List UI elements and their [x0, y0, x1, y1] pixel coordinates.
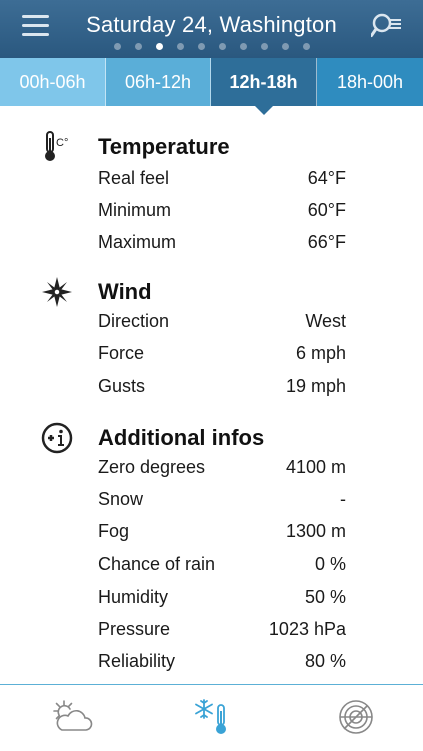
row-label: Chance of rain — [98, 554, 216, 574]
compass-rose-icon — [40, 275, 74, 309]
tab-00h-06h[interactable]: 00h-06h — [0, 58, 106, 106]
row-value: 4100 m — [285, 457, 346, 477]
page-title: Saturday 24, Washington — [86, 12, 337, 37]
page-dot[interactable] — [239, 43, 247, 50]
list-item: Force 6 mph — [98, 339, 346, 371]
sun-cloud-icon[interactable] — [50, 697, 94, 737]
row-label: Snow — [98, 489, 144, 509]
row-label: Fog — [98, 521, 130, 541]
row-value: 1023 hPa — [268, 619, 346, 639]
row-label: Direction — [98, 311, 170, 331]
tab-12h-18h[interactable]: 12h-18h — [211, 58, 317, 115]
row-value: 60°F — [307, 200, 346, 220]
row-label: Zero degrees — [98, 457, 206, 477]
row-label: Gusts — [98, 376, 146, 396]
page-dot[interactable] — [113, 43, 121, 50]
row-value: 64°F — [307, 168, 346, 188]
list-item: Minimum 60°F — [98, 196, 346, 228]
row-label: Pressure — [98, 619, 171, 639]
list-item: Gusts 19 mph — [98, 372, 346, 404]
row-value: 19 mph — [285, 376, 346, 396]
snowflake-thermometer-icon[interactable] — [192, 697, 236, 737]
thermometer-celsius-icon: C° — [40, 130, 74, 164]
list-item: Direction West — [98, 307, 346, 339]
page-dot[interactable] — [134, 43, 142, 50]
page-dot[interactable] — [155, 43, 163, 50]
row-label: Real feel — [98, 168, 170, 188]
row-value: 0 % — [314, 554, 346, 574]
row-value: 50 % — [304, 587, 346, 607]
list-item: Real feel 64°F — [98, 164, 346, 196]
tab-06h-12h[interactable]: 06h-12h — [106, 58, 211, 106]
list-item: Pressure 1023 hPa — [98, 615, 346, 647]
tab-18h-00h[interactable]: 18h-00h — [317, 58, 423, 106]
row-value: 80 % — [304, 651, 346, 671]
page-dot[interactable] — [281, 43, 289, 50]
additional-infos-title: Additional infos — [98, 425, 265, 450]
page-indicator[interactable] — [0, 43, 423, 50]
list-item: Reliability 80 % — [98, 647, 346, 679]
list-item: Snow - — [98, 485, 346, 517]
row-label: Humidity — [98, 587, 169, 607]
row-label: Minimum — [98, 200, 172, 220]
row-label: Reliability — [98, 651, 176, 671]
page-dot[interactable] — [302, 43, 310, 50]
wind-title: Wind — [98, 279, 152, 304]
app-header: Saturday 24, Washington — [0, 0, 423, 58]
row-value: 66°F — [307, 232, 346, 252]
row-value: 1300 m — [285, 521, 346, 541]
list-item: Humidity 50 % — [98, 583, 346, 615]
page-dot[interactable] — [197, 43, 205, 50]
bottom-tab-bar — [0, 684, 423, 751]
plus-info-icon — [40, 421, 74, 455]
search-list-icon[interactable] — [370, 12, 405, 42]
temperature-title: Temperature — [98, 134, 230, 159]
row-value: West — [305, 311, 346, 331]
menu-icon[interactable] — [22, 15, 49, 37]
page-dot[interactable] — [260, 43, 268, 50]
row-label: Force — [98, 343, 145, 363]
page-dot[interactable] — [176, 43, 184, 50]
row-value: 6 mph — [295, 343, 346, 363]
list-item: Fog 1300 m — [98, 517, 346, 549]
list-item: Chance of rain 0 % — [98, 550, 346, 582]
radar-icon[interactable] — [336, 697, 380, 737]
list-item: Zero degrees 4100 m — [98, 453, 346, 485]
page-dot[interactable] — [218, 43, 226, 50]
row-value: - — [340, 489, 346, 509]
time-range-tabs: 00h-06h 06h-12h 12h-18h 18h-00h — [0, 58, 423, 115]
svg-text:C°: C° — [56, 137, 68, 149]
list-item: Maximum 66°F — [98, 228, 346, 260]
row-label: Maximum — [98, 232, 177, 252]
